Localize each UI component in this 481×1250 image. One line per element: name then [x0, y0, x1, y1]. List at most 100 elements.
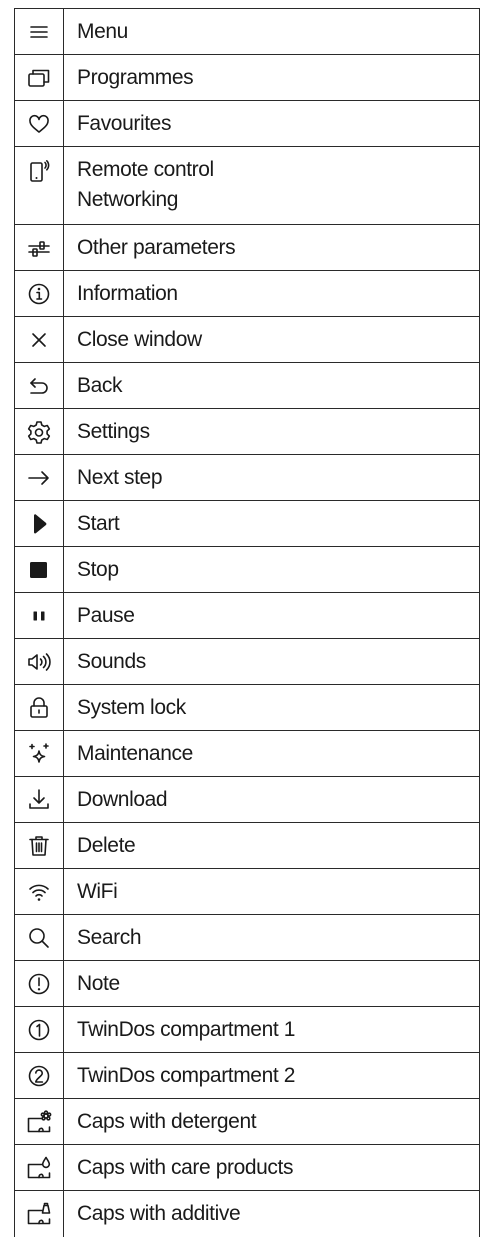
legend-row: WiFi [14, 868, 480, 915]
gear-icon [27, 420, 51, 444]
icon-cell [14, 54, 64, 101]
heart-icon [29, 114, 49, 133]
icon-cell [14, 638, 64, 685]
icon-cell [14, 868, 64, 915]
icon-cell [14, 224, 64, 271]
legend-label: Information [63, 270, 480, 317]
legend-row: Next step [14, 454, 480, 501]
legend-label: Stop [63, 546, 480, 593]
legend-label: Favourites [63, 100, 480, 147]
back-arrow-icon [30, 377, 48, 394]
speaker-icon [28, 652, 51, 671]
close-icon [32, 332, 46, 347]
legend-label: Next step [63, 454, 480, 501]
circled-two-icon [28, 1065, 50, 1086]
icon-cell [14, 546, 64, 593]
legend-row: System lock [14, 684, 480, 731]
legend-row: Search [14, 914, 480, 961]
icon-cell [14, 684, 64, 731]
legend-row: Other parameters [14, 224, 480, 271]
icon-cell [14, 776, 64, 823]
padlock-icon [30, 696, 48, 718]
legend-row: Note [14, 960, 480, 1007]
legend-row: Caps with additive [14, 1190, 480, 1237]
legend-row: Start [14, 500, 480, 547]
icon-cell [14, 1190, 64, 1237]
legend-label: Back [63, 362, 480, 409]
icon-cell [14, 270, 64, 317]
legend-label: Caps with detergent [63, 1098, 480, 1145]
caps-care-icon [27, 1156, 51, 1178]
legend-row: Caps with detergent [14, 1098, 480, 1145]
legend-label: Note [63, 960, 480, 1007]
trash-icon [29, 835, 49, 856]
icon-cell [14, 960, 64, 1007]
legend-row: Maintenance [14, 730, 480, 777]
icon-cell [14, 454, 64, 501]
legend-row: Settings [14, 408, 480, 455]
pause-icon [33, 611, 45, 620]
icon-cell [14, 822, 64, 869]
icon-cell [14, 914, 64, 961]
icon-cell [14, 362, 64, 409]
legend-row: Remote control Networking [14, 146, 480, 225]
legend-label: System lock [63, 684, 480, 731]
menu-icon [30, 25, 48, 38]
stop-icon [30, 561, 47, 578]
legend-label: Remote control Networking [63, 146, 480, 225]
icon-cell [14, 500, 64, 547]
legend-label: Delete [63, 822, 480, 869]
search-icon [29, 927, 49, 948]
icon-cell [14, 1052, 64, 1099]
legend-label: Other parameters [63, 224, 480, 271]
legend-label: Caps with care products [63, 1144, 480, 1191]
icon-cell [14, 730, 64, 777]
legend-label: Menu [63, 8, 480, 55]
legend-row: Download [14, 776, 480, 823]
programmes-icon [28, 69, 50, 87]
icon-cell [14, 316, 64, 363]
legend-row: Pause [14, 592, 480, 639]
caps-additive-icon [27, 1202, 51, 1225]
legend-label: Close window [63, 316, 480, 363]
icon-cell [14, 100, 64, 147]
information-icon [28, 283, 50, 304]
download-icon [29, 788, 49, 809]
legend-label: Maintenance [63, 730, 480, 777]
icon-cell [14, 1144, 64, 1191]
icon-cell [14, 408, 64, 455]
legend-row: Favourites [14, 100, 480, 147]
remote-control-icon [30, 160, 50, 182]
caps-detergent-icon [27, 1109, 52, 1132]
icon-cell [14, 146, 64, 225]
legend-label: Pause [63, 592, 480, 639]
icon-cell [14, 592, 64, 639]
legend-label: Settings [63, 408, 480, 455]
exclamation-circle-icon [28, 973, 50, 994]
wifi-icon [29, 884, 49, 901]
legend-row: Information [14, 270, 480, 317]
parameters-icon [28, 240, 50, 257]
play-icon [34, 513, 47, 534]
icon-cell [14, 1098, 64, 1145]
legend-label: Search [63, 914, 480, 961]
legend-row: Back [14, 362, 480, 409]
icon-cell [14, 1006, 64, 1053]
legend-row: Sounds [14, 638, 480, 685]
legend-label: WiFi [63, 868, 480, 915]
legend-label: Sounds [63, 638, 480, 685]
icon-cell [14, 8, 64, 55]
legend-row: TwinDos compartment 1 [14, 1006, 480, 1053]
legend-row: Programmes [14, 54, 480, 101]
legend-label: Caps with additive [63, 1190, 480, 1237]
legend-row: TwinDos compartment 2 [14, 1052, 480, 1099]
legend-label: Programmes [63, 54, 480, 101]
legend-label-line-2: Networking [77, 188, 179, 211]
legend-row: Delete [14, 822, 480, 869]
legend-row: Stop [14, 546, 480, 593]
symbol-legend-table: Menu Programmes Favourites Remote contro… [14, 8, 480, 1237]
sparkle-icon [29, 742, 49, 763]
legend-label: Start [63, 500, 480, 547]
legend-label: TwinDos compartment 2 [63, 1052, 480, 1099]
legend-label: Download [63, 776, 480, 823]
